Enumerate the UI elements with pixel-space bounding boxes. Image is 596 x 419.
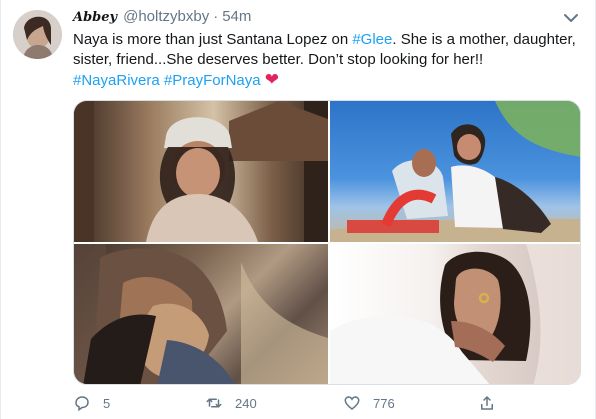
reply-count: 5 bbox=[103, 395, 111, 411]
photo-1-image bbox=[74, 101, 328, 242]
separator-dot: · bbox=[213, 8, 219, 25]
share-icon bbox=[481, 396, 493, 410]
retweet-count: 240 bbox=[235, 395, 257, 411]
photo-woman-white-shirt[interactable] bbox=[330, 244, 580, 384]
tweet-text: Naya is more than just Santana Lopez on … bbox=[73, 30, 583, 91]
reply-icon bbox=[75, 396, 89, 412]
retweet-button[interactable]: 240 bbox=[205, 394, 257, 412]
reply-button[interactable]: 5 bbox=[73, 394, 110, 412]
heart-emoji: ❤ bbox=[264, 70, 280, 89]
author-name[interactable]: Abbey bbox=[73, 10, 117, 25]
media-grid bbox=[73, 100, 581, 385]
retweet-icon bbox=[206, 398, 222, 408]
avatar[interactable] bbox=[13, 10, 62, 59]
hashtag-glee[interactable]: #Glee bbox=[352, 31, 392, 48]
like-count: 776 bbox=[373, 395, 395, 411]
tweet-header: Abbey @holtzybxby · 54m bbox=[73, 8, 251, 30]
tweet-actions: 5 240 776 bbox=[73, 394, 573, 416]
photo-mother-embrace[interactable] bbox=[74, 244, 328, 384]
avatar-image bbox=[13, 10, 62, 59]
photo-4-image bbox=[330, 244, 580, 384]
hashtag-naya-rivera[interactable]: #NayaRivera bbox=[73, 72, 160, 89]
chevron-down-icon[interactable] bbox=[563, 12, 579, 24]
photo-3-image bbox=[74, 244, 328, 384]
like-button[interactable]: 776 bbox=[343, 394, 395, 412]
share-button[interactable] bbox=[478, 394, 508, 412]
tweet-card[interactable]: Abbey @holtzybxby · 54m Naya is more tha… bbox=[0, 0, 596, 419]
photo-2-image bbox=[330, 101, 580, 242]
tweet-text-before: Naya is more than just Santana Lopez on bbox=[73, 31, 353, 48]
hashtag-pray-for-naya[interactable]: #PrayForNaya bbox=[164, 72, 261, 89]
photo-woman-beanie[interactable] bbox=[74, 101, 328, 242]
heart-icon bbox=[344, 396, 360, 410]
photo-mother-child-rock[interactable] bbox=[330, 101, 580, 242]
tweet-time[interactable]: 54m bbox=[222, 8, 251, 25]
author-handle[interactable]: @holtzybxby bbox=[123, 8, 209, 25]
